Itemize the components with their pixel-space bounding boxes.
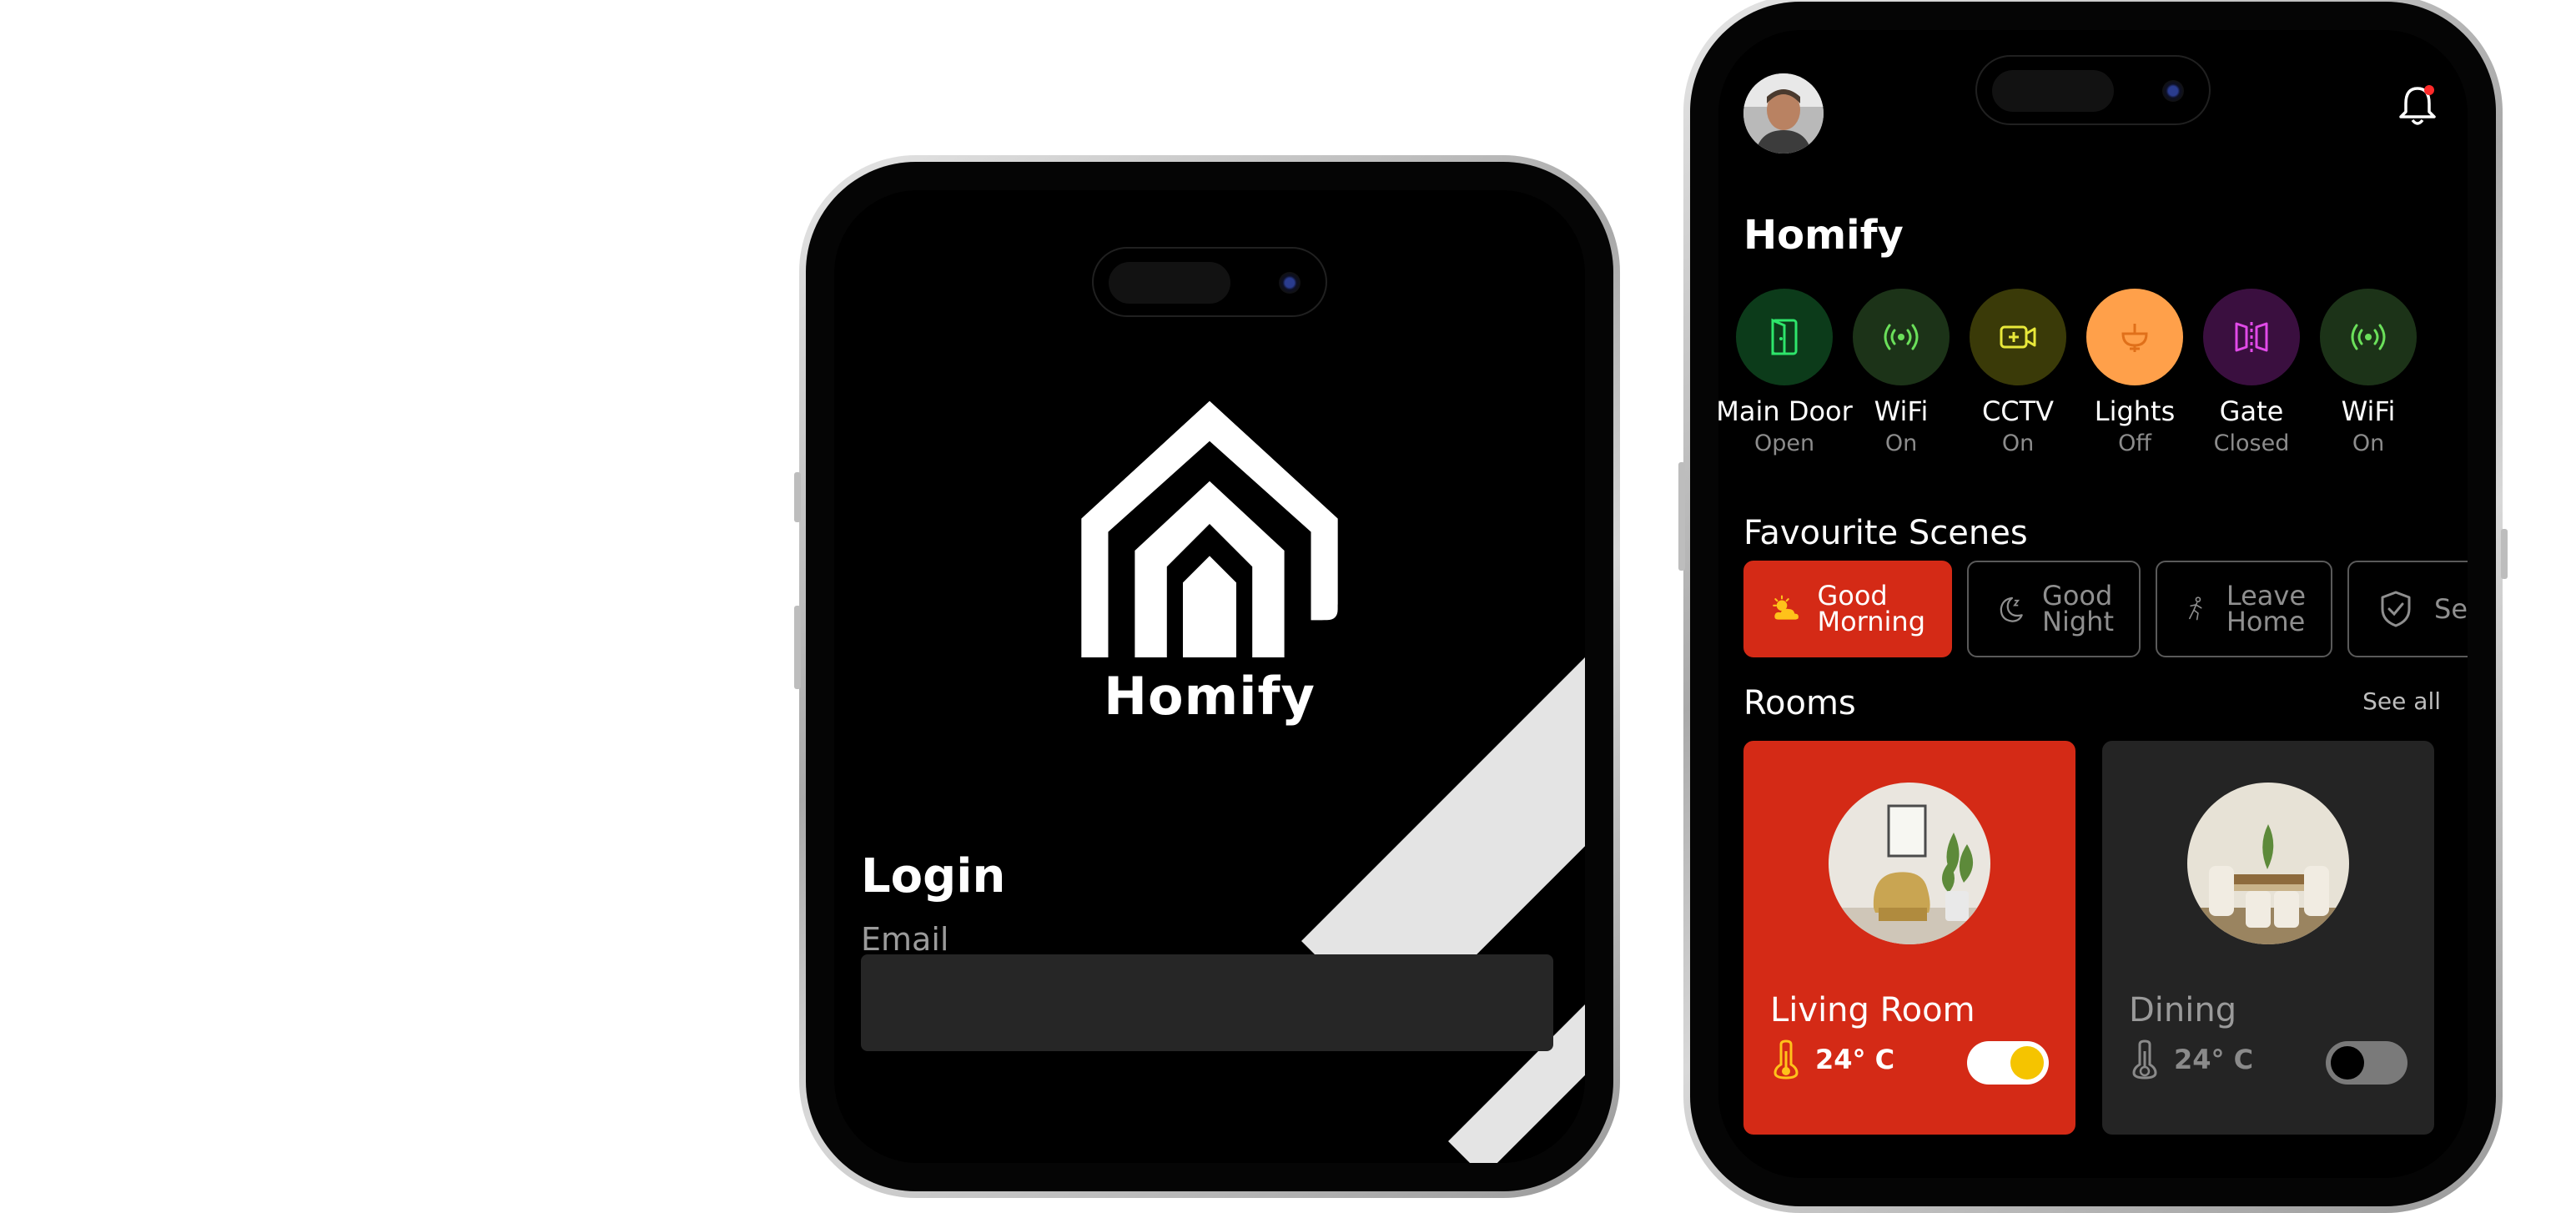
- toggle-knob: [2010, 1046, 2044, 1080]
- home-bezel: Homify Main Door Open WiFi On CCTV On Li…: [1690, 2, 2496, 1206]
- shield-icon: [2381, 591, 2411, 627]
- temperature-value: 24° C: [2174, 1044, 2254, 1075]
- living-room-photo: [1829, 783, 1990, 944]
- brand-name: Homify: [1104, 666, 1316, 727]
- device-status: Off: [2118, 430, 2151, 456]
- device-name: Main Door: [1718, 395, 1853, 427]
- device-status: On: [1884, 430, 1918, 456]
- device-list: Main Door Open WiFi On CCTV On Lights Of…: [1718, 289, 2418, 456]
- scene-good-morning[interactable]: Good Morning: [1743, 561, 1952, 657]
- room-card-dining[interactable]: Dining 24° C: [2102, 741, 2434, 1135]
- user-photo-icon: [1743, 73, 1824, 154]
- notification-bell-icon[interactable]: [2392, 80, 2443, 130]
- device-cctv[interactable]: CCTV On: [1969, 289, 2067, 456]
- moon-icon: [2000, 596, 2023, 622]
- scene-label: Sec: [2434, 592, 2468, 625]
- home-phone-frame: Homify Main Door Open WiFi On CCTV On Li…: [1678, 0, 2508, 1213]
- scene-label-line2: Night: [2042, 606, 2114, 637]
- lamp-icon: [2086, 289, 2183, 385]
- login-phone-frame: Homify Login Email: [794, 155, 1620, 1198]
- device-status: On: [2352, 430, 2385, 456]
- device-name: WiFi: [2341, 395, 2396, 427]
- thermometer-icon: [2132, 1039, 2157, 1080]
- device-name: Lights: [2094, 395, 2176, 427]
- device-name: WiFi: [1874, 395, 1929, 427]
- living-room-toggle[interactable]: [1967, 1041, 2049, 1085]
- favourite-scenes-title: Favourite Scenes: [1743, 514, 2028, 552]
- see-all-link[interactable]: See all: [2362, 687, 2441, 715]
- device-status: Open: [1753, 430, 1815, 456]
- device-name: CCTV: [1981, 395, 2055, 427]
- scene-label-line2: Morning: [1817, 606, 1925, 637]
- side-button: [794, 606, 801, 689]
- cctv-icon: [1970, 289, 2066, 385]
- scene-label: Good Night: [2042, 582, 2114, 637]
- door-icon: [1736, 289, 1833, 385]
- device-main-door[interactable]: Main Door Open: [1718, 289, 1853, 456]
- wifi-icon: [2320, 289, 2417, 385]
- device-lights[interactable]: Lights Off: [2085, 289, 2184, 456]
- rooms-title: Rooms: [1743, 684, 1856, 722]
- house-logo-icon: [1081, 400, 1338, 657]
- walking-icon: [2189, 596, 2202, 621]
- side-button: [2501, 529, 2508, 579]
- side-button: [794, 472, 801, 522]
- sun-cloud-icon: [1773, 595, 1799, 620]
- dynamic-island: [1975, 55, 2211, 125]
- email-label: Email: [861, 921, 949, 958]
- room-temperature: 24° C: [1772, 1039, 1894, 1080]
- temperature-value: 24° C: [1815, 1044, 1895, 1075]
- room-name: Dining: [2129, 991, 2237, 1029]
- scene-label-line2: Home: [2226, 606, 2306, 637]
- dining-toggle[interactable]: [2326, 1041, 2407, 1085]
- device-status: Closed: [2213, 430, 2290, 456]
- room-name: Living Room: [1770, 991, 1975, 1029]
- app-title: Homify: [1743, 212, 1904, 259]
- app-logo: Homify: [1076, 390, 1343, 727]
- device-name: Gate: [2219, 395, 2284, 427]
- toggle-knob: [2331, 1046, 2364, 1080]
- room-card-living-room[interactable]: Living Room 24° C: [1743, 741, 2075, 1135]
- device-gate[interactable]: Gate Closed: [2202, 289, 2301, 456]
- scene-label: Good Morning: [1817, 582, 1925, 637]
- device-wifi-2[interactable]: WiFi On: [2319, 289, 2418, 456]
- email-field[interactable]: [861, 954, 1553, 1051]
- wifi-icon: [1853, 289, 1950, 385]
- scene-label: Leave Home: [2226, 582, 2306, 637]
- dynamic-island: [1092, 247, 1327, 317]
- scene-good-night[interactable]: Good Night: [1967, 561, 2141, 657]
- dining-room-photo: [2187, 783, 2349, 944]
- side-button: [1678, 462, 1685, 571]
- avatar[interactable]: [1743, 73, 1824, 154]
- login-bezel: Homify Login Email: [806, 162, 1613, 1191]
- login-screen: Homify Login Email: [834, 190, 1585, 1163]
- thermometer-icon: [1774, 1039, 1799, 1080]
- home-screen: Homify Main Door Open WiFi On CCTV On Li…: [1718, 30, 2468, 1178]
- scene-security[interactable]: Sec: [2347, 561, 2468, 657]
- scene-leave-home[interactable]: Leave Home: [2156, 561, 2332, 657]
- device-wifi[interactable]: WiFi On: [1852, 289, 1950, 456]
- login-heading: Login: [861, 849, 1006, 903]
- room-temperature: 24° C: [2131, 1039, 2253, 1080]
- scene-list: Good Morning Good Night Leave Home Se: [1743, 561, 2468, 657]
- gate-icon: [2203, 289, 2300, 385]
- device-status: On: [2001, 430, 2035, 456]
